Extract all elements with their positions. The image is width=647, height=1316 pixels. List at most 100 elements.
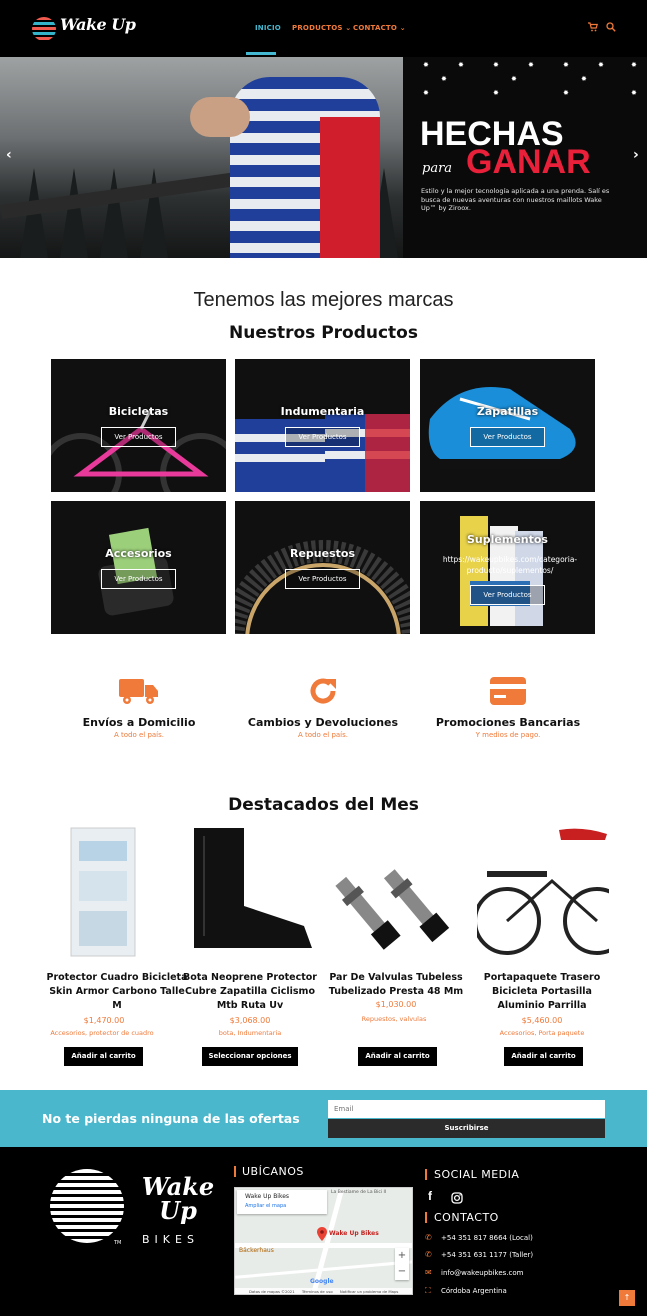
ver-productos-button[interactable]: Ver Productos (285, 427, 360, 447)
nav-active-indicator (246, 52, 276, 55)
feature-subtitle: A todo el país. (113, 731, 165, 739)
whatsapp-icon: ✆ (425, 1233, 432, 1242)
hero-prev-arrow[interactable]: ‹ (6, 147, 12, 163)
product-name[interactable]: Bota Neoprene Protector Cubre Zapatilla … (177, 971, 323, 1013)
scroll-to-top-button[interactable]: ↑ (619, 1290, 635, 1306)
featured-heading: Destacados del Mes (228, 795, 419, 815)
select-options-button[interactable]: Seleccionar opciones (202, 1047, 298, 1066)
hero-next-arrow[interactable]: › (633, 147, 639, 163)
product-name[interactable]: Protector Cuadro Bicicleta Skin Armor Ca… (44, 971, 190, 1013)
map-embed[interactable]: La Bestiame de La Bici II Wake Up Bikes … (234, 1187, 413, 1295)
contact-text: Córdoba Argentina (441, 1287, 507, 1295)
zoom-out-button[interactable]: − (395, 1264, 409, 1280)
map-google-logo: Google (310, 1278, 334, 1285)
products-heading: Nuestros Productos (228, 323, 418, 343)
product-categories[interactable]: Accesorios, protector de cuadro (29, 1029, 175, 1037)
zoom-in-button[interactable]: + (395, 1248, 409, 1264)
map-footer-bar: Datos de mapas ©2021 Términos de uso Not… (235, 1288, 412, 1294)
heading-accent-bar (425, 1212, 427, 1223)
nav-inicio[interactable]: INICIO (255, 24, 281, 32)
nav-contacto[interactable]: CONTACTO ⌄ (353, 24, 406, 32)
heading-accent-bar (425, 1169, 427, 1180)
contact-phone-local[interactable]: ✆ +54 351 817 8664 (Local) (425, 1233, 533, 1242)
hero-title-ganar: GANAR (466, 143, 591, 181)
footer-brand: Wake Up (141, 1172, 215, 1225)
contact-location: ⛶ Córdoba Argentina (425, 1286, 507, 1296)
logo-mark-icon[interactable] (32, 17, 56, 41)
footer-logo-icon (50, 1169, 124, 1243)
map-report-link[interactable]: Notificar un problema de Maps (340, 1289, 399, 1294)
product-price: $1,470.00 (83, 1016, 125, 1025)
add-to-cart-button[interactable]: Añadir al carrito (64, 1047, 143, 1066)
product-name[interactable]: Portapaquete Trasero Bicicleta Portasill… (469, 971, 615, 1013)
nav-productos[interactable]: PRODUCTOS ⌄ (292, 24, 351, 32)
map-attribution: Datos de mapas ©2021 (249, 1289, 295, 1294)
logo-text[interactable]: Wake Up (60, 15, 136, 34)
facebook-icon[interactable]: f (428, 1189, 432, 1203)
contact-text: info@wakeupbikes.com (441, 1269, 524, 1277)
instagram-icon[interactable] (451, 1189, 463, 1208)
category-title: Suplementos (467, 533, 548, 546)
product-price: $3,068.00 (229, 1016, 271, 1025)
credit-card-icon (490, 677, 526, 709)
product-image[interactable] (330, 826, 462, 958)
newsletter-text: No te pierdas ninguna de las ofertas (42, 1111, 300, 1126)
mail-icon: ✉ (425, 1268, 432, 1277)
product-image[interactable] (477, 826, 609, 958)
map-pin-label: Wake Up Bikes (329, 1230, 379, 1237)
hero-image (0, 57, 403, 258)
whatsapp-icon: ✆ (425, 1250, 432, 1259)
ver-productos-button[interactable]: Ver Productos (101, 427, 176, 447)
contact-text: +54 351 817 8664 (Local) (441, 1234, 533, 1242)
subscribe-button[interactable]: Suscribirse (328, 1119, 605, 1138)
category-card-bicicletas[interactable]: Bicicletas Ver Productos (51, 359, 226, 492)
map-icon: ⛶ (425, 1286, 431, 1295)
refresh-icon (307, 675, 339, 711)
map-terms-link[interactable]: Términos de uso (302, 1289, 333, 1294)
product-image[interactable] (43, 826, 175, 958)
ver-productos-button[interactable]: Ver Productos (470, 585, 545, 605)
ver-productos-button[interactable]: Ver Productos (101, 569, 176, 589)
category-card-repuestos[interactable]: Repuestos Ver Productos (235, 501, 410, 634)
footer-brand-sub: BIKES (142, 1233, 199, 1246)
truck-icon (119, 677, 159, 709)
map-street-label: La Bestiame de La Bici II (331, 1190, 387, 1195)
category-title: Repuestos (289, 547, 355, 560)
category-title: Accesorios (105, 547, 172, 560)
contact-text: +54 351 631 1177 (Taller) (441, 1251, 534, 1259)
product-price: $5,460.00 (521, 1016, 563, 1025)
feature-subtitle: A todo el país. (297, 731, 349, 739)
search-icon[interactable] (606, 22, 616, 35)
ver-productos-button[interactable]: Ver Productos (470, 427, 545, 447)
map-enlarge-link[interactable]: Ampliar el mapa (245, 1203, 286, 1209)
product-name[interactable]: Par De Valvulas Tubeless Tubelizado Pres… (323, 971, 469, 999)
social-heading: SOCIAL MEDIA (434, 1168, 520, 1181)
product-image[interactable] (184, 826, 316, 958)
footer-tm: TM (114, 1240, 122, 1246)
map-poi-label: Bäckerhaus (239, 1247, 274, 1254)
add-to-cart-button[interactable]: Añadir al carrito (504, 1047, 583, 1066)
product-categories[interactable]: Accesorios, Porta paquete (469, 1029, 615, 1037)
contact-phone-taller[interactable]: ✆ +54 351 631 1177 (Taller) (425, 1250, 533, 1259)
feature-title: Envíos a Domicilio (82, 716, 196, 729)
category-card-zapatillas[interactable]: Zapatillas Ver Productos (420, 359, 595, 492)
brands-heading: Tenemos las mejores marcas (193, 289, 454, 311)
ver-productos-button[interactable]: Ver Productos (285, 569, 360, 589)
map-place-card: Wake Up Bikes Ampliar el mapa (237, 1190, 327, 1214)
product-categories[interactable]: bota, Indumentaria (177, 1029, 323, 1037)
category-card-indumentaria[interactable]: Indumentaria Ver Productos (235, 359, 410, 492)
product-categories[interactable]: Repuestos, valvulas (321, 1015, 467, 1023)
category-card-suplementos[interactable]: Suplementos https://wakeupbikes.com/cate… (420, 501, 595, 634)
hero-description: Estilo y la mejor tecnología aplicada a … (421, 187, 610, 212)
category-title: Zapatillas (476, 405, 539, 418)
map-pin-icon (317, 1226, 327, 1245)
map-zoom-controls: + − (395, 1248, 409, 1280)
email-input[interactable] (328, 1100, 605, 1118)
cart-icon[interactable] (588, 22, 598, 35)
add-to-cart-button[interactable]: Añadir al carrito (358, 1047, 437, 1066)
heading-accent-bar (234, 1166, 236, 1177)
category-title: Indumentaria (280, 405, 365, 418)
product-price: $1,030.00 (375, 1000, 417, 1009)
contact-email[interactable]: ✉ info@wakeupbikes.com (425, 1268, 523, 1277)
category-card-accesorios[interactable]: Accesorios Ver Productos (51, 501, 226, 634)
